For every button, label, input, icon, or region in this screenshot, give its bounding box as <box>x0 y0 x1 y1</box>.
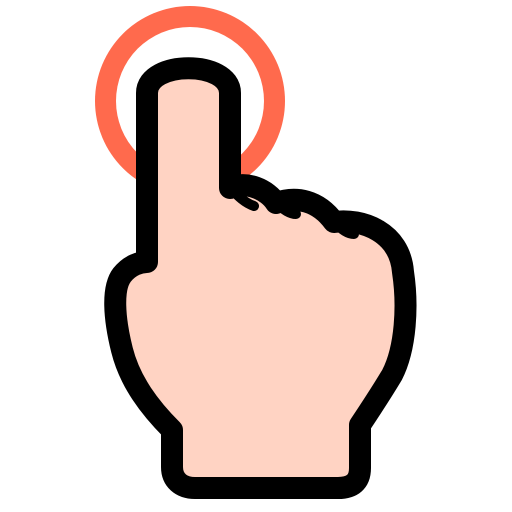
tap-gesture-icon <box>95 6 417 499</box>
icon-canvas <box>0 0 512 512</box>
